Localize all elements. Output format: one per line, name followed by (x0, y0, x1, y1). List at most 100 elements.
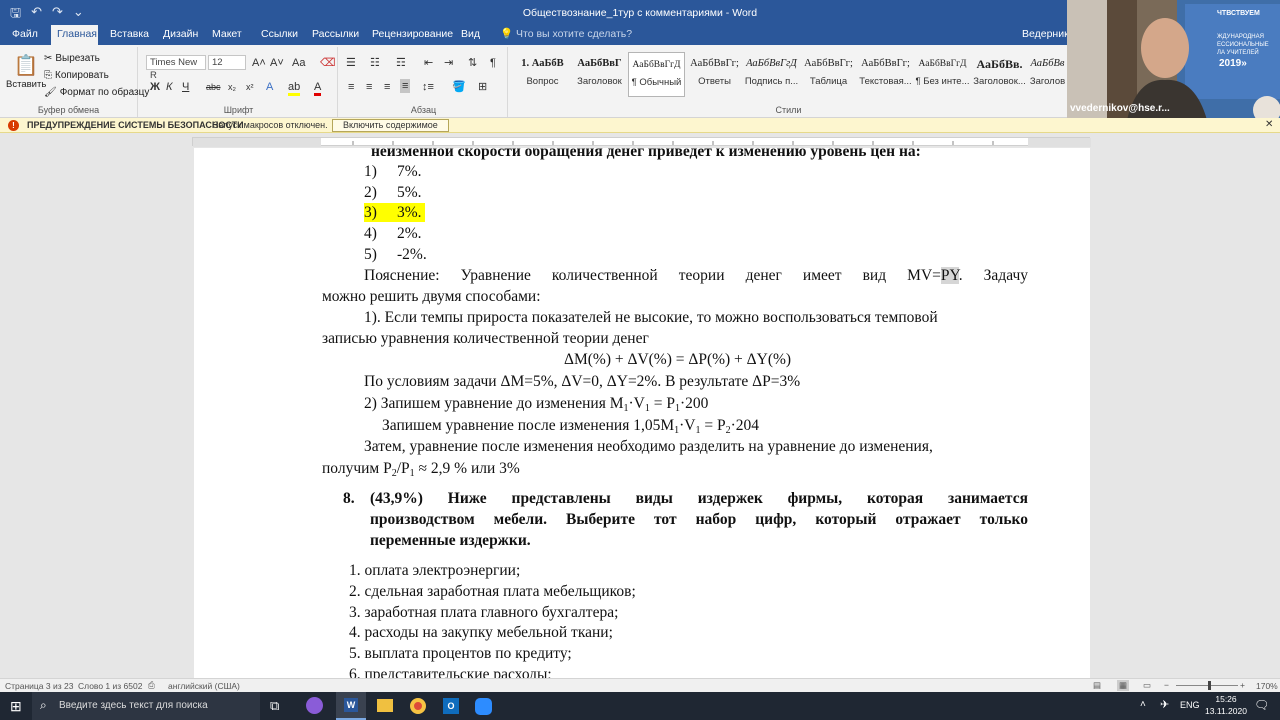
close-icon[interactable]: ✕ (1265, 119, 1273, 130)
style-text[interactable]: АаБбВвГг; Текстовая... (857, 52, 914, 97)
cost-item-3: 3. заработная плата главного бухгалтера; (349, 604, 619, 621)
webcam-email: vvedernikov@hse.r... (1070, 103, 1170, 114)
web-layout-icon[interactable]: ▭ (1143, 680, 1151, 691)
file-explorer-icon[interactable] (377, 699, 393, 712)
vertical-ruler (0, 148, 12, 678)
style-table[interactable]: АаБбВвГг; Таблица (800, 52, 857, 97)
outlook-icon[interactable]: O (443, 698, 459, 714)
decrease-indent-icon[interactable]: ⇤ (424, 57, 433, 69)
page-count[interactable]: Страница 3 из 23 (5, 681, 73, 691)
style-question[interactable]: 1. АаБбВ Вопрос (514, 52, 571, 97)
bold-icon[interactable]: Ж (150, 81, 160, 93)
tell-me-box[interactable]: 💡 Что вы хотите сделать? (494, 25, 638, 45)
style-heading-3[interactable]: АаБбВв Заголов (1028, 52, 1067, 97)
zoom-app-icon[interactable] (475, 698, 492, 715)
scissors-icon: ✂ (44, 53, 53, 64)
style-heading-2[interactable]: АаБбВв. Заголовок... (971, 52, 1028, 97)
change-case-icon[interactable]: Aa (292, 57, 305, 69)
app-icon-purple[interactable] (306, 697, 323, 714)
zoom-in-icon[interactable]: + (1240, 680, 1245, 690)
grow-font-icon[interactable]: A˄ (252, 57, 266, 69)
underline-icon[interactable]: Ч (182, 81, 189, 93)
proofing-icon[interactable]: ⎙ (148, 680, 155, 691)
warning-icon: ! (8, 120, 19, 131)
lightbulb-icon: 💡 (500, 28, 514, 40)
copy-button[interactable]: ⎘ Копировать (44, 70, 109, 81)
paste-button[interactable]: 📋 Вставить (6, 53, 46, 90)
show-marks-icon[interactable]: ¶ (490, 57, 496, 69)
zoom-slider[interactable] (1176, 685, 1238, 686)
webcam-banner-4: ЛА УЧИТЕЛЕЙ (1217, 50, 1259, 56)
tab-design[interactable]: Дизайн (157, 25, 204, 45)
network-icon[interactable]: ✈ (1160, 698, 1169, 711)
align-center-icon[interactable]: ≡ (366, 81, 372, 93)
webcam-overlay: ЧТВСТВУЕМ ЖДУНАРОДНАЯ ЕССИОНАЛЬНЫЕ ЛА УЧ… (1067, 0, 1280, 120)
option-4: 4) 2%. (364, 225, 422, 242)
tray-chevron-icon[interactable]: ˄ (1140, 699, 1146, 710)
chrome-icon[interactable] (410, 698, 426, 714)
zoom-level[interactable]: 170% (1256, 681, 1278, 691)
shading-icon[interactable]: 🪣 (452, 81, 466, 93)
windows-start-icon[interactable]: ⊞ (10, 698, 22, 715)
print-layout-icon[interactable]: ▦ (1117, 680, 1130, 691)
style-caption[interactable]: АаБбВвГгД Подпись п... (743, 52, 800, 97)
input-language[interactable]: ENG (1180, 700, 1200, 710)
borders-icon[interactable]: ⊞ (478, 81, 487, 93)
bullets-icon[interactable]: ☰ (346, 57, 356, 69)
ruler-track[interactable] (192, 137, 1091, 147)
document-page[interactable]: неизменной скорости обращения денег прив… (194, 148, 1090, 678)
format-painter-button[interactable]: 🖌 Формат по образцу (44, 87, 149, 98)
tab-references[interactable]: Ссылки (255, 25, 304, 45)
clock-date[interactable]: 13.11.2020 (1200, 706, 1252, 716)
clock-time[interactable]: 15:26 (1206, 694, 1246, 704)
tab-file[interactable]: Файл (6, 25, 44, 45)
italic-icon[interactable]: К (166, 81, 172, 93)
read-mode-icon[interactable]: ▤ (1093, 680, 1101, 691)
style-normal[interactable]: АаБбВвГгД ¶ Обычный (628, 52, 685, 97)
webcam-banner: ЧТВСТВУЕМ (1217, 10, 1260, 17)
justify-icon[interactable]: ≡ (400, 79, 411, 93)
taskbar-search-box[interactable]: ⌕ Введите здесь текст для поиска (32, 692, 260, 720)
tab-home[interactable]: Главная (51, 25, 98, 45)
zoom-slider-thumb[interactable] (1208, 681, 1211, 690)
tab-view[interactable]: Вид (455, 25, 486, 45)
align-right-icon[interactable]: ≡ (384, 81, 390, 93)
sort-icon[interactable]: ⇅ (468, 57, 477, 69)
notifications-icon[interactable]: 🗨 (1254, 698, 1269, 712)
tab-mailings[interactable]: Рассылки (306, 25, 365, 45)
option-2: 2) 5%. (364, 184, 422, 201)
superscript-icon[interactable]: x² (246, 81, 254, 93)
strikethrough-icon[interactable]: abc (206, 81, 221, 93)
highlight-icon[interactable]: ab (288, 81, 301, 96)
division-line-1: Затем, уравнение после изменения необход… (364, 438, 933, 455)
enable-content-button[interactable]: Включить содержимое (332, 119, 449, 132)
zoom-out-icon[interactable]: − (1164, 680, 1169, 690)
tab-review[interactable]: Рецензирование (366, 25, 459, 45)
style-heading[interactable]: АаБбВвГ Заголовок (571, 52, 628, 97)
numbering-icon[interactable]: ☷ (370, 57, 380, 69)
clipboard-group: 📋 Вставить ✂ Вырезать ⎘ Копировать 🖌 Формат… (0, 47, 149, 117)
style-no-spacing[interactable]: АаБбВвГгД ¶ Без инте... (914, 52, 971, 97)
word-taskbar-button[interactable]: W (336, 692, 366, 720)
cut-button[interactable]: ✂ Вырезать (44, 53, 100, 64)
word-count[interactable]: Слово 1 из 6502 (78, 681, 142, 691)
task-view-icon[interactable]: ⧉ (270, 698, 279, 714)
language-indicator[interactable]: английский (США) (168, 681, 240, 691)
shrink-font-icon[interactable]: A˅ (270, 57, 284, 69)
multilevel-list-icon[interactable]: ☶ (396, 57, 406, 69)
cost-item-4: 4. расходы на закупку мебельной ткани; (349, 624, 613, 641)
font-name-combo[interactable]: Times New R (146, 55, 206, 81)
tab-layout[interactable]: Макет (206, 25, 248, 45)
font-size-combo[interactable]: 12 (208, 55, 246, 70)
conditions-line: По условиям задачи ΔM=5%, ΔV=0, ΔY=2%. В… (364, 373, 801, 390)
increase-indent-icon[interactable]: ⇥ (444, 57, 453, 69)
line-spacing-icon[interactable]: ↕≡ (422, 81, 434, 93)
text-effects-icon[interactable]: A (266, 81, 273, 93)
windows-taskbar: ⊞ ⌕ Введите здесь текст для поиска ⧉ W O… (0, 692, 1280, 720)
subscript-icon[interactable]: x₂ (228, 81, 236, 93)
font-color-icon[interactable]: A (314, 81, 322, 96)
align-left-icon[interactable]: ≡ (348, 81, 354, 93)
style-answers[interactable]: АаБбВвГг; Ответы (686, 52, 743, 97)
tab-insert[interactable]: Вставка (104, 25, 155, 45)
clear-formatting-icon[interactable]: ⌫ (320, 57, 336, 69)
